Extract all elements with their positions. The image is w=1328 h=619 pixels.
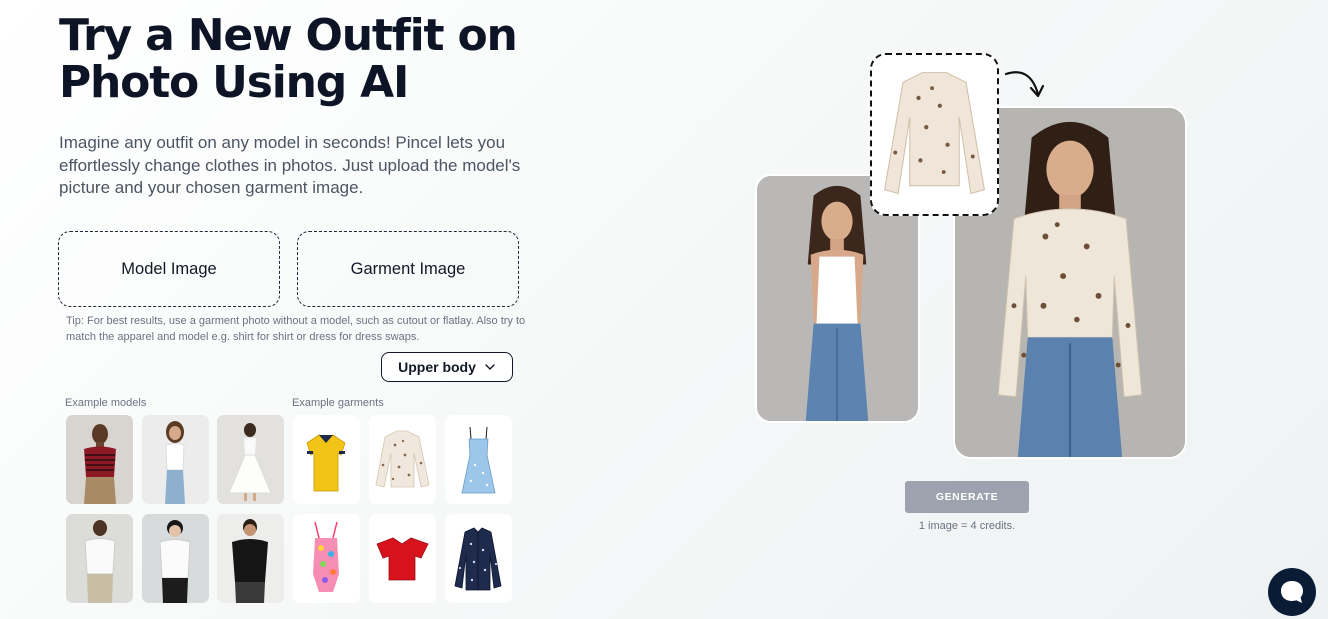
example-model-6[interactable] (217, 514, 284, 603)
generate-button[interactable]: GENERATE (905, 481, 1029, 513)
chevron-down-icon (485, 364, 495, 370)
body-part-select-value: Upper body (398, 359, 476, 375)
garment-image-upload-label: Garment Image (350, 259, 466, 278)
example-models-label: Example models (65, 397, 147, 409)
example-garments-label: Example garments (292, 397, 384, 409)
model-image-upload[interactable]: Model Image (58, 231, 280, 307)
page-title: Try a New Outfit on Photo Using AI (59, 10, 518, 108)
garment-photo (306, 434, 346, 492)
credits-note: 1 image = 4 credits. (918, 520, 1016, 532)
chat-icon (1281, 581, 1303, 603)
garment-photo (376, 537, 429, 581)
model-photo (217, 514, 284, 603)
model-photo (66, 514, 133, 603)
example-garment-2[interactable] (369, 415, 436, 504)
garment-photo (313, 521, 339, 592)
garment-photo (461, 426, 496, 494)
example-garment-5[interactable] (369, 514, 436, 603)
hero-description: Imagine any outfit on any model in secon… (59, 133, 521, 197)
garment-photo (454, 527, 502, 591)
model-photo (142, 415, 209, 504)
example-model-4[interactable] (66, 514, 133, 603)
example-garment-1[interactable] (293, 415, 360, 504)
example-model-3[interactable] (217, 415, 284, 504)
example-model-1[interactable] (66, 415, 133, 504)
chat-widget-button[interactable] (1268, 568, 1316, 616)
tip-text: Tip: For best results, use a garment pho… (66, 315, 526, 343)
body-part-select[interactable]: Upper body (381, 352, 513, 382)
model-photo (66, 415, 133, 504)
model-image-upload-label: Model Image (121, 259, 217, 278)
example-garment-6[interactable] (445, 514, 512, 603)
example-model-5[interactable] (142, 514, 209, 603)
example-garment-4[interactable] (293, 514, 360, 603)
garment-image-upload[interactable]: Garment Image (297, 231, 519, 307)
model-photo (142, 514, 209, 603)
preview-garment-photo (870, 53, 999, 216)
example-model-2[interactable] (142, 415, 209, 504)
curved-arrow-icon (1004, 71, 1045, 98)
model-photo (217, 415, 284, 504)
example-garment-3[interactable] (445, 415, 512, 504)
garment-photo (375, 430, 430, 488)
